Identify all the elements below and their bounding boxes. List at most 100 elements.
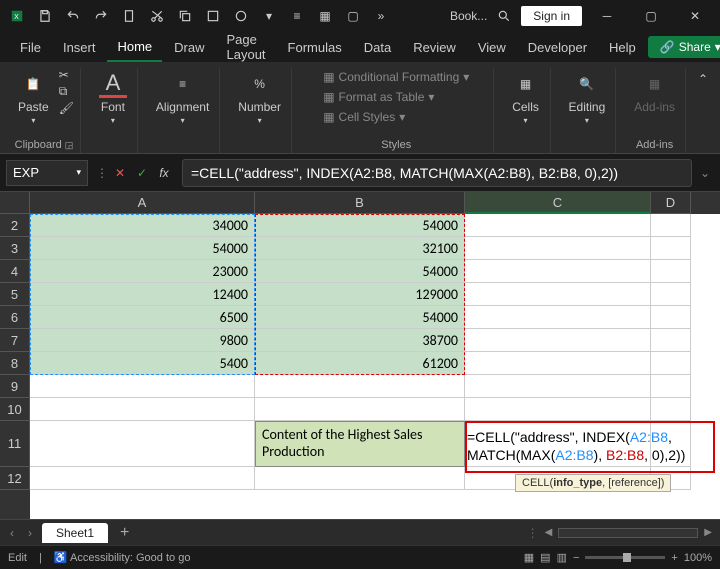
- horizontal-scrollbar[interactable]: [558, 528, 698, 538]
- format-painter-icon[interactable]: 🖌: [59, 101, 74, 115]
- qat-icon3[interactable]: ≡: [286, 5, 308, 27]
- cell[interactable]: 129000: [255, 283, 465, 306]
- cell[interactable]: 54000: [255, 306, 465, 329]
- row-header[interactable]: 6: [0, 306, 30, 329]
- column-header[interactable]: A: [30, 192, 255, 214]
- search-icon[interactable]: [493, 5, 515, 27]
- row-header[interactable]: 2: [0, 214, 30, 237]
- paste-button[interactable]: 📋 Paste ▾: [14, 68, 53, 127]
- column-header[interactable]: D: [651, 192, 691, 214]
- cut-icon[interactable]: [146, 5, 168, 27]
- row-header[interactable]: 4: [0, 260, 30, 283]
- dialog-launcher-icon[interactable]: ◲: [65, 140, 74, 151]
- cell[interactable]: [651, 329, 691, 352]
- function-tooltip[interactable]: CELL(info_type, [reference]): [515, 474, 671, 492]
- editing-button[interactable]: 🔍Editing▾: [565, 68, 610, 127]
- zoom-level[interactable]: 100%: [684, 552, 712, 564]
- cell[interactable]: [30, 467, 255, 490]
- cell[interactable]: [465, 398, 651, 421]
- chevron-down-icon[interactable]: ▾: [76, 167, 81, 178]
- cancel-formula-icon[interactable]: ✕: [110, 163, 130, 183]
- tab-view[interactable]: View: [468, 34, 516, 61]
- cell[interactable]: 54000: [255, 260, 465, 283]
- enter-formula-icon[interactable]: ✓: [132, 163, 152, 183]
- cell[interactable]: [30, 375, 255, 398]
- sheet-prev-icon[interactable]: ‹: [6, 526, 18, 540]
- close-icon[interactable]: ✕: [676, 2, 714, 30]
- cell[interactable]: [255, 375, 465, 398]
- cell[interactable]: 32100: [255, 237, 465, 260]
- cell-editing[interactable]: [465, 421, 651, 467]
- cell[interactable]: [651, 237, 691, 260]
- view-normal-icon[interactable]: ▦: [524, 551, 534, 564]
- signin-button[interactable]: Sign in: [521, 6, 582, 26]
- zoom-out-icon[interactable]: −: [573, 552, 579, 564]
- cell[interactable]: [651, 398, 691, 421]
- copy-icon[interactable]: [174, 5, 196, 27]
- collapse-ribbon-icon[interactable]: ⌃: [694, 68, 712, 90]
- row-header[interactable]: 10: [0, 398, 30, 421]
- tab-formulas[interactable]: Formulas: [278, 34, 352, 61]
- cell[interactable]: [465, 237, 651, 260]
- cell[interactable]: [255, 398, 465, 421]
- cell[interactable]: [465, 214, 651, 237]
- share-button[interactable]: 🔗Share▾: [648, 36, 720, 58]
- zoom-slider[interactable]: [585, 556, 665, 559]
- cell[interactable]: 54000: [255, 214, 465, 237]
- tab-insert[interactable]: Insert: [53, 34, 106, 61]
- cell[interactable]: [651, 306, 691, 329]
- cell[interactable]: [465, 260, 651, 283]
- cut-icon[interactable]: ✂: [59, 68, 74, 82]
- cell[interactable]: [465, 375, 651, 398]
- cells-button[interactable]: ▦Cells▾: [508, 68, 544, 127]
- tab-review[interactable]: Review: [403, 34, 466, 61]
- cell[interactable]: 5400: [30, 352, 255, 375]
- row-header[interactable]: 9: [0, 375, 30, 398]
- qat-icon[interactable]: [202, 5, 224, 27]
- cell[interactable]: 23000: [30, 260, 255, 283]
- cell[interactable]: 34000: [30, 214, 255, 237]
- cell[interactable]: [465, 352, 651, 375]
- cell-styles-button[interactable]: ▦Cell Styles▾: [319, 108, 473, 126]
- cell[interactable]: [651, 283, 691, 306]
- qat-more-icon[interactable]: »: [370, 5, 392, 27]
- cell[interactable]: 9800: [30, 329, 255, 352]
- cell[interactable]: [255, 467, 465, 490]
- save-icon[interactable]: [34, 5, 56, 27]
- cell[interactable]: [651, 214, 691, 237]
- name-box[interactable]: EXP▾: [6, 160, 88, 186]
- cell[interactable]: [465, 283, 651, 306]
- cell[interactable]: 12400: [30, 283, 255, 306]
- select-all-corner[interactable]: [0, 192, 30, 214]
- row-header[interactable]: 11: [0, 421, 30, 467]
- expand-formula-bar-icon[interactable]: ⌄: [696, 166, 714, 180]
- minimize-icon[interactable]: ─: [588, 2, 626, 30]
- cell[interactable]: 54000: [30, 237, 255, 260]
- format-as-table-button[interactable]: ▦Format as Table▾: [319, 88, 473, 106]
- row-header[interactable]: 7: [0, 329, 30, 352]
- copy-icon[interactable]: ⧉: [59, 84, 74, 99]
- addins-button[interactable]: ▦Add-ins: [630, 68, 679, 116]
- formula-input[interactable]: =CELL("address", INDEX(A2:B8, MATCH(MAX(…: [182, 159, 692, 187]
- cell[interactable]: [30, 398, 255, 421]
- document-title[interactable]: Book...: [450, 9, 487, 23]
- number-button[interactable]: %Number▾: [234, 68, 285, 127]
- column-header[interactable]: C: [465, 192, 651, 214]
- cells-area[interactable]: 3400054000 5400032100 2300054000 1240012…: [30, 214, 720, 519]
- scroll-left-icon[interactable]: ◀: [543, 525, 555, 540]
- row-header[interactable]: 8: [0, 352, 30, 375]
- new-icon[interactable]: [118, 5, 140, 27]
- sheet-next-icon[interactable]: ›: [24, 526, 36, 540]
- row-header[interactable]: 5: [0, 283, 30, 306]
- tab-data[interactable]: Data: [354, 34, 401, 61]
- cell-label[interactable]: Content of the Highest Sales Production: [255, 421, 465, 467]
- row-header[interactable]: 3: [0, 237, 30, 260]
- fx-icon[interactable]: fx: [154, 163, 174, 183]
- cell[interactable]: [465, 306, 651, 329]
- qat-icon5[interactable]: ▢: [342, 5, 364, 27]
- font-button[interactable]: AFont▾: [95, 68, 131, 127]
- redo-icon[interactable]: [90, 5, 112, 27]
- maximize-icon[interactable]: ▢: [632, 2, 670, 30]
- conditional-formatting-button[interactable]: ▦Conditional Formatting▾: [319, 68, 473, 86]
- qat-icon4[interactable]: ▦: [314, 5, 336, 27]
